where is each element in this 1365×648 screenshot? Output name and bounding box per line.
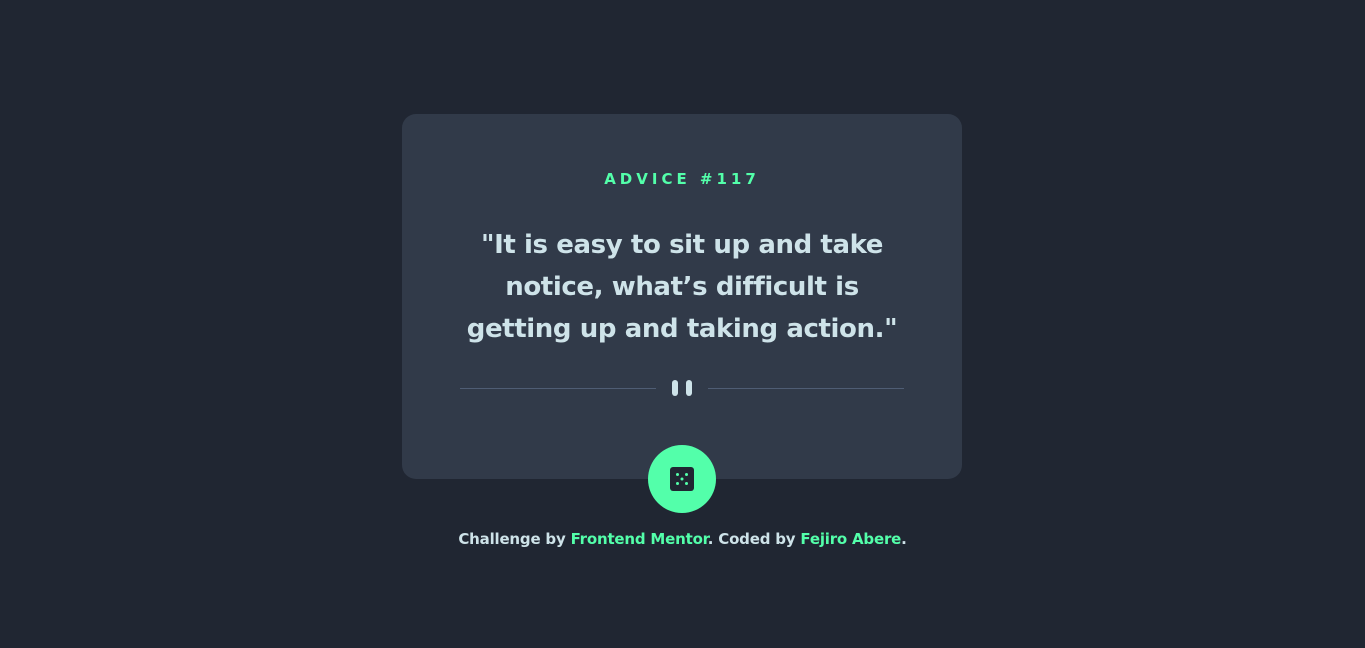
- divider-line-right: [708, 388, 904, 389]
- frontend-mentor-link[interactable]: Frontend Mentor: [571, 530, 708, 548]
- attribution: Challenge by Frontend Mentor. Coded by F…: [0, 529, 1365, 549]
- advice-card: ADVICE #117 "It is easy to sit up and ta…: [402, 114, 962, 479]
- author-link[interactable]: Fejiro Abere: [800, 530, 901, 548]
- pattern-divider: [460, 379, 904, 397]
- attribution-prefix: Challenge by: [458, 530, 571, 548]
- new-advice-button[interactable]: [648, 445, 716, 513]
- attribution-middle: . Coded by: [707, 530, 801, 548]
- advice-quote: "It is easy to sit up and take notice, w…: [466, 230, 898, 344]
- dice-icon: [670, 467, 694, 491]
- pause-icon: [672, 380, 692, 396]
- attribution-suffix: .: [901, 530, 907, 548]
- divider-line-left: [460, 388, 656, 389]
- advice-number: ADVICE #117: [604, 170, 760, 188]
